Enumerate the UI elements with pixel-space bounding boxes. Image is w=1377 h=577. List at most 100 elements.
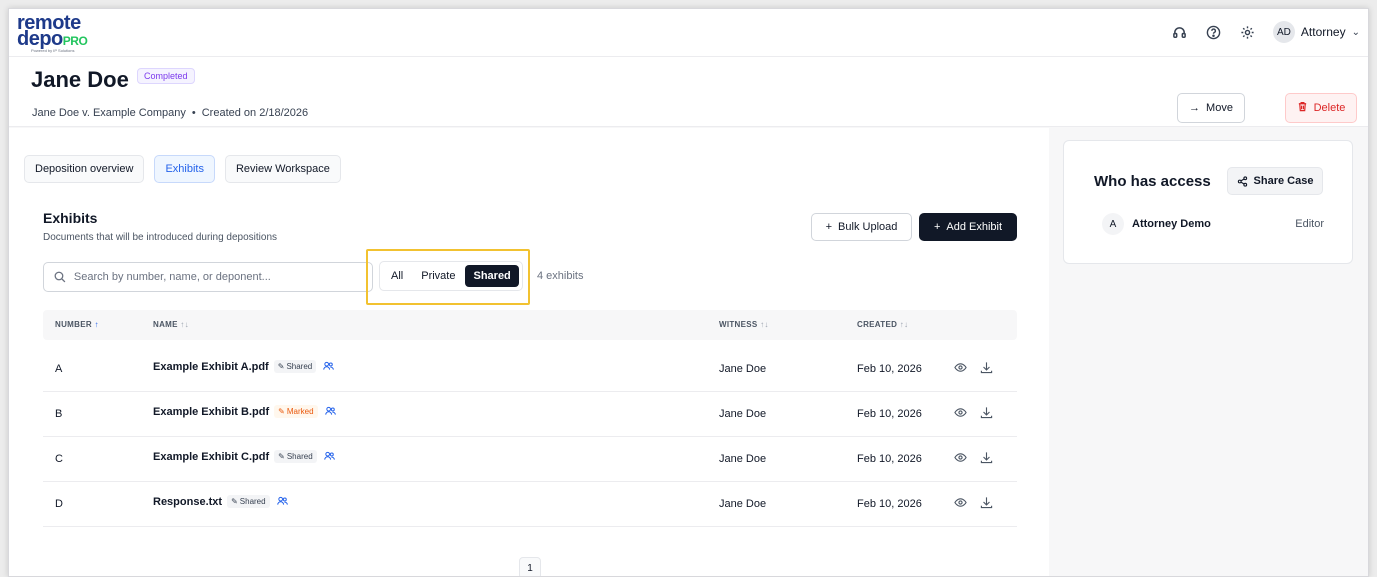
sort-icon: ↑↓ bbox=[899, 320, 909, 329]
column-name[interactable]: NAME ↑↓ bbox=[153, 320, 189, 329]
tab-review-workspace[interactable]: Review Workspace bbox=[224, 155, 341, 183]
download-icon[interactable] bbox=[979, 405, 993, 419]
column-witness[interactable]: WITNESS ↑↓ bbox=[719, 320, 769, 329]
access-title: Who has access bbox=[1094, 173, 1211, 190]
brand-logo[interactable]: remote depoPRO Powered by IP Solutions bbox=[17, 13, 88, 53]
status-badge: Completed bbox=[137, 68, 195, 84]
logo-tagline: Powered by IP Solutions bbox=[31, 48, 75, 53]
search-input[interactable] bbox=[73, 271, 372, 283]
cell-witness: Jane Doe bbox=[719, 363, 767, 375]
tab-deposition-overview[interactable]: Deposition overview bbox=[24, 155, 145, 183]
eye-icon[interactable] bbox=[953, 405, 967, 419]
people-icon[interactable] bbox=[323, 451, 335, 463]
avatar: A bbox=[1102, 213, 1124, 235]
case-created: Created on 2/18/2026 bbox=[201, 107, 309, 119]
people-icon[interactable] bbox=[324, 406, 336, 418]
plus-icon: + bbox=[933, 221, 941, 233]
cell-created: Feb 10, 2026 bbox=[857, 363, 922, 375]
tag-badge: ✎ Marked bbox=[274, 405, 318, 418]
search-box bbox=[43, 262, 373, 292]
cell-witness: Jane Doe bbox=[719, 453, 767, 465]
file-name[interactable]: Example Exhibit C.pdf bbox=[153, 451, 269, 463]
sort-asc-icon: ↑ bbox=[94, 320, 99, 329]
cell-witness: Jane Doe bbox=[719, 408, 767, 420]
top-right-controls: AD Attorney ⌄ bbox=[1171, 21, 1360, 43]
cell-created: Feb 10, 2026 bbox=[857, 453, 922, 465]
filter-shared[interactable]: Shared bbox=[465, 265, 519, 287]
filter-all[interactable]: All bbox=[383, 265, 411, 287]
tag-badge: ✎ Shared bbox=[273, 360, 317, 373]
trash-icon bbox=[1297, 101, 1308, 115]
column-created[interactable]: CREATED ↑↓ bbox=[857, 320, 908, 329]
pen-icon: ✎ bbox=[277, 362, 285, 371]
access-member: A Attorney Demo Editor bbox=[1102, 213, 1324, 235]
people-icon[interactable] bbox=[276, 496, 288, 508]
cell-number: C bbox=[55, 453, 63, 465]
cell-witness: Jane Doe bbox=[719, 498, 767, 510]
row-actions bbox=[953, 495, 993, 509]
app-window: remote depoPRO Powered by IP Solutions A… bbox=[8, 8, 1369, 577]
cell-created: Feb 10, 2026 bbox=[857, 498, 922, 510]
table-row[interactable]: C Example Exhibit C.pdf ✎ Shared Jane Doe Feb… bbox=[43, 437, 1017, 482]
eye-icon[interactable] bbox=[953, 450, 967, 464]
column-number[interactable]: NUMBER ↑ bbox=[55, 320, 99, 329]
tag-badge: ✎ Shared bbox=[274, 450, 317, 463]
case-subtitle: Jane Doe v. Example Company • Created on… bbox=[32, 107, 308, 119]
share-case-button[interactable]: Share Case bbox=[1227, 167, 1323, 195]
pen-icon: ✎ bbox=[231, 497, 238, 506]
member-name: Attorney Demo bbox=[1132, 218, 1211, 230]
sort-icon: ↑↓ bbox=[760, 320, 769, 329]
access-panel: Who has access Share Case A Attorney Dem… bbox=[1063, 140, 1353, 264]
pagination-page[interactable]: 1 bbox=[519, 557, 541, 576]
eye-icon[interactable] bbox=[953, 495, 967, 509]
section-title: Exhibits bbox=[43, 210, 98, 226]
row-actions bbox=[953, 360, 993, 374]
table-row[interactable]: A Example Exhibit A.pdf ✎ Shared Jane Doe Feb… bbox=[43, 347, 1017, 392]
member-role[interactable]: Editor bbox=[1295, 218, 1324, 230]
settings-icon[interactable] bbox=[1239, 23, 1257, 41]
download-icon[interactable] bbox=[979, 450, 993, 464]
help-icon[interactable] bbox=[1205, 23, 1223, 41]
pen-icon: ✎ bbox=[278, 452, 285, 461]
move-button[interactable]: → Move bbox=[1177, 93, 1245, 123]
cell-name: Example Exhibit B.pdf ✎ Marked bbox=[153, 405, 336, 418]
exhibit-count: 4 exhibits bbox=[537, 270, 584, 282]
user-menu[interactable]: AD Attorney ⌄ bbox=[1272, 21, 1360, 43]
file-name[interactable]: Example Exhibit B.pdf bbox=[153, 406, 269, 418]
filter-toggle: All Private Shared bbox=[379, 261, 523, 291]
tab-exhibits[interactable]: Exhibits bbox=[154, 155, 215, 183]
people-icon[interactable] bbox=[323, 361, 335, 373]
logo-pro: PRO bbox=[62, 34, 88, 48]
cell-created: Feb 10, 2026 bbox=[857, 408, 922, 420]
delete-button[interactable]: Delete bbox=[1285, 93, 1357, 123]
pen-icon: ✎ bbox=[278, 407, 285, 416]
filter-private[interactable]: Private bbox=[413, 265, 463, 287]
cell-name: Response.txt ✎ Shared bbox=[153, 495, 288, 508]
avatar: AD bbox=[1272, 21, 1295, 43]
file-name[interactable]: Example Exhibit A.pdf bbox=[153, 361, 269, 373]
add-exhibit-button[interactable]: + Add Exhibit bbox=[919, 213, 1017, 241]
plus-icon: + bbox=[825, 221, 833, 233]
case-caption: Jane Doe v. Example Company bbox=[32, 107, 186, 119]
tab-bar: Deposition overview Exhibits Review Work… bbox=[24, 155, 341, 183]
case-header: Jane Doe Completed Jane Doe v. Example C… bbox=[9, 57, 1368, 127]
chevron-down-icon: ⌄ bbox=[1351, 26, 1360, 38]
row-actions bbox=[953, 405, 993, 419]
case-separator: • bbox=[191, 107, 196, 119]
table-row[interactable]: B Example Exhibit B.pdf ✎ Marked Jane Doe Feb… bbox=[43, 392, 1017, 437]
tag-badge: ✎ Shared bbox=[227, 495, 270, 508]
cell-number: B bbox=[55, 408, 63, 420]
download-icon[interactable] bbox=[979, 360, 993, 374]
table-row[interactable]: D Response.txt ✎ Shared Jane Doe Feb 10, 2026 bbox=[43, 482, 1017, 527]
cell-name: Example Exhibit C.pdf ✎ Shared bbox=[153, 450, 335, 463]
share-icon bbox=[1237, 175, 1247, 187]
row-actions bbox=[953, 450, 993, 464]
file-name[interactable]: Response.txt bbox=[153, 496, 222, 508]
cell-name: Example Exhibit A.pdf ✎ Shared bbox=[153, 360, 335, 373]
arrow-right-icon: → bbox=[1189, 102, 1201, 114]
eye-icon[interactable] bbox=[953, 360, 967, 374]
main-panel: Deposition overview Exhibits Review Work… bbox=[9, 128, 1049, 576]
bulk-upload-button[interactable]: + Bulk Upload bbox=[811, 213, 912, 241]
headset-icon[interactable] bbox=[1171, 23, 1189, 41]
download-icon[interactable] bbox=[979, 495, 993, 509]
